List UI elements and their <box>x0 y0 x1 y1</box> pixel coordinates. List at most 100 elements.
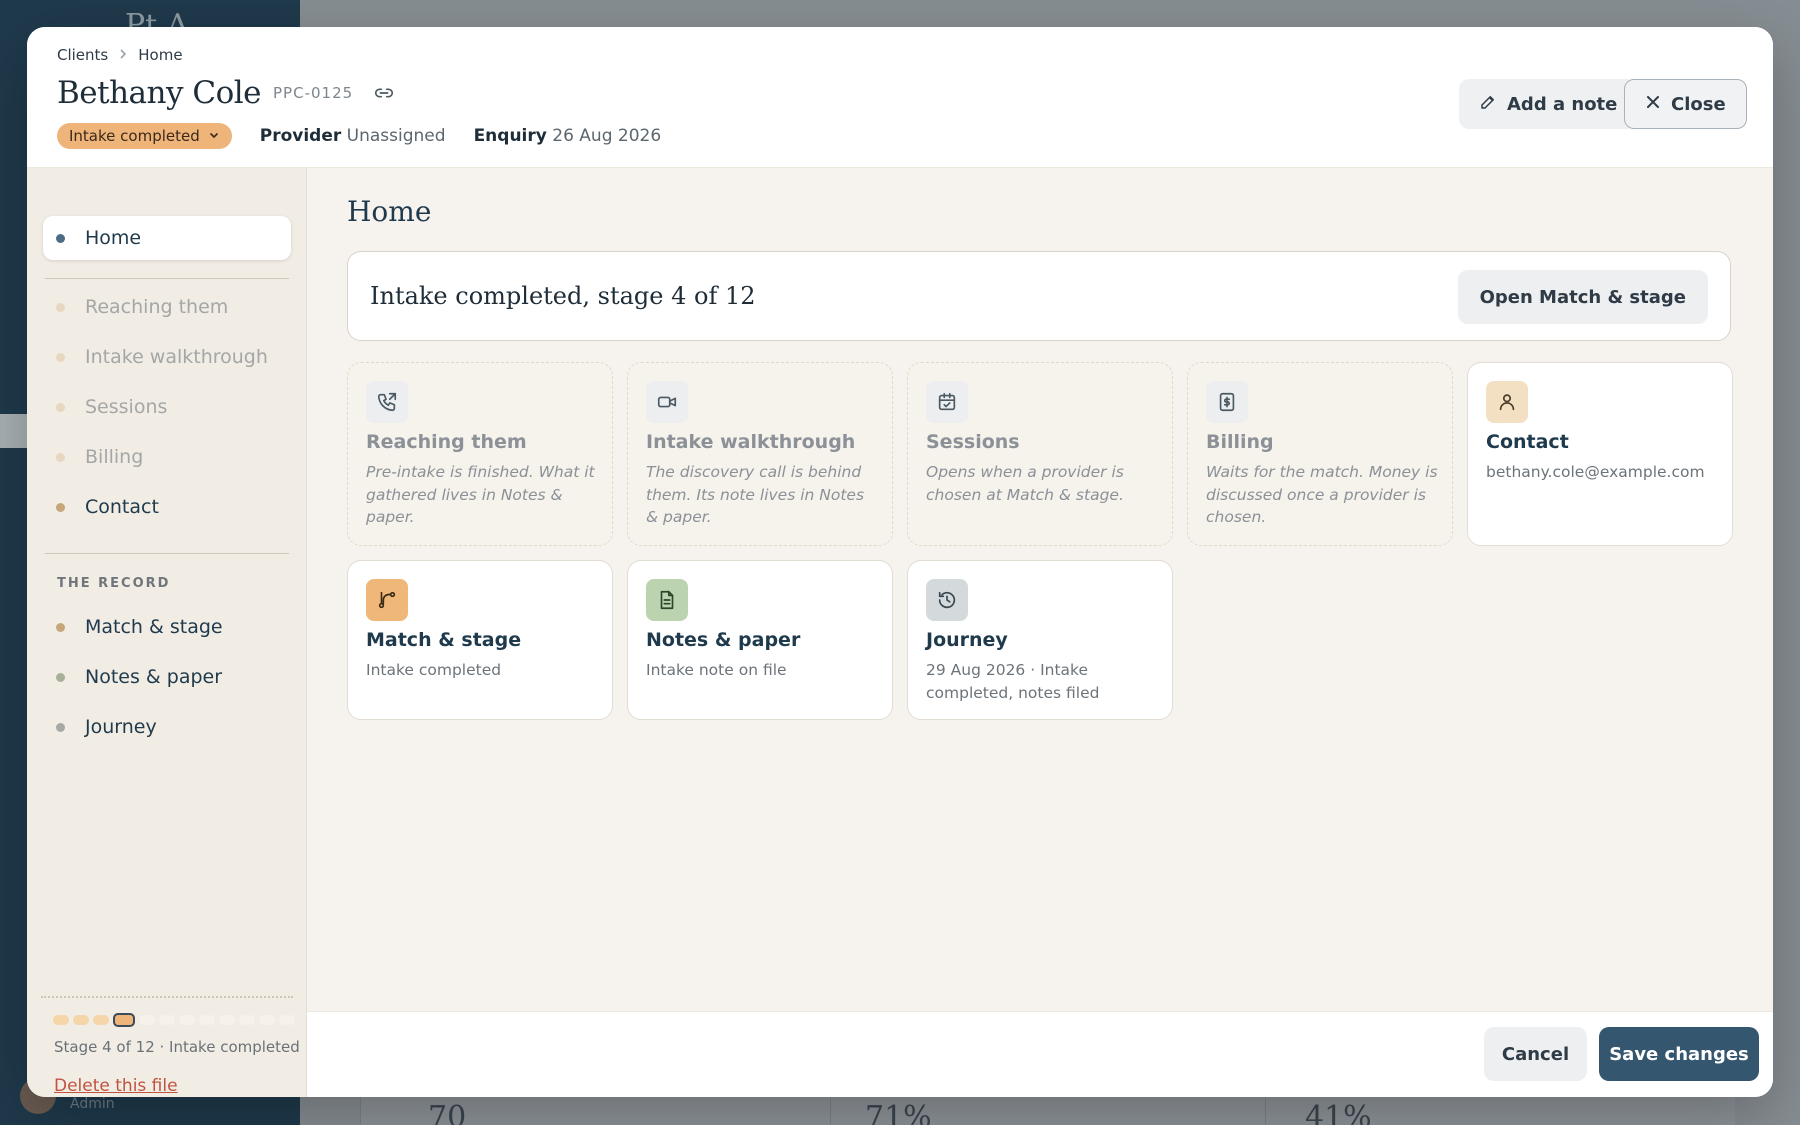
nav-item-label: Home <box>85 227 142 249</box>
progress-segment <box>93 1015 109 1025</box>
tile-name: Intake walkthrough <box>646 431 856 453</box>
enquiry-meta: Enquiry 26 Aug 2026 <box>474 126 662 146</box>
close-button[interactable]: Close <box>1624 79 1747 129</box>
tile-match-stage[interactable]: Match & stage Intake completed <box>347 560 613 720</box>
progress-segment <box>179 1015 195 1025</box>
link-icon[interactable] <box>373 82 395 104</box>
delete-file-link[interactable]: Delete this file <box>54 1076 178 1096</box>
nav-item-label: Match & stage <box>85 616 223 638</box>
progress-segment <box>279 1015 295 1025</box>
page-title: Home <box>347 195 432 228</box>
breadcrumb-current: Home <box>138 46 183 64</box>
tile-description: The discovery call is behind them. Its n… <box>646 463 865 526</box>
nav-dot <box>56 402 65 412</box>
nav-dot <box>56 233 65 243</box>
stage-progress <box>53 1013 295 1027</box>
nav-item-home[interactable]: Home <box>43 216 291 260</box>
billing-icon <box>1206 381 1248 423</box>
tile-description: 29 Aug 2026 · Intake completed, notes fi… <box>926 661 1100 702</box>
tile-name: Contact <box>1486 431 1569 453</box>
nav-item-label: Journey <box>85 716 157 738</box>
modal-header: Clients Home Bethany Cole PPC-0125 Intak… <box>27 27 1773 168</box>
nav-item-intake-walkthrough[interactable]: Intake walkthrough <box>43 335 291 379</box>
progress-segment <box>219 1015 235 1025</box>
stage-summary-title: Intake completed, stage 4 of 12 <box>370 282 756 310</box>
branch-icon <box>366 579 408 621</box>
enquiry-label: Enquiry <box>473 126 547 146</box>
chevron-down-icon <box>208 127 220 145</box>
tile-description: Intake completed <box>366 661 502 679</box>
tile-intake-walkthrough[interactable]: Intake walkthrough The discovery call is… <box>627 362 893 546</box>
nav-dot <box>56 672 65 682</box>
calendar-icon <box>926 381 968 423</box>
nav-item-label: Notes & paper <box>85 666 223 688</box>
tile-description: Pre-intake is finished. What it gathered… <box>366 463 595 526</box>
progress-segment-current <box>113 1013 135 1027</box>
tile-reaching-them[interactable]: Reaching them Pre-intake is finished. Wh… <box>347 362 613 546</box>
provider-label: Provider <box>259 126 342 146</box>
progress-segment <box>139 1015 155 1025</box>
nav-item-sessions[interactable]: Sessions <box>43 385 291 429</box>
status-dropdown[interactable]: Intake completed <box>57 123 232 149</box>
nav-dot <box>56 302 65 312</box>
nav-item-label: Reaching them <box>85 296 229 318</box>
save-changes-button[interactable]: Save changes <box>1599 1027 1759 1081</box>
document-icon <box>646 579 688 621</box>
background-stat: 70 <box>428 1100 467 1125</box>
nav-section-title: THE RECORD <box>57 576 171 591</box>
video-icon <box>646 381 688 423</box>
status-label: Intake completed <box>69 127 200 145</box>
tile-description: Waits for the match. Money is discussed … <box>1206 463 1438 526</box>
client-modal: Clients Home Bethany Cole PPC-0125 Intak… <box>27 27 1773 1097</box>
chevron-right-icon <box>118 48 128 63</box>
tile-notes-paper[interactable]: Notes & paper Intake note on file <box>627 560 893 720</box>
add-note-button[interactable]: Add a note <box>1459 79 1638 129</box>
stage-progress-text: Stage 4 of 12 · Intake completed <box>54 1038 300 1056</box>
nav-item-notes-paper[interactable]: Notes & paper <box>43 655 291 699</box>
nav-divider <box>45 278 289 279</box>
nav-item-match-stage[interactable]: Match & stage <box>43 605 291 649</box>
client-meta-row: Intake completed Provider Unassigned Enq… <box>57 123 661 149</box>
background-nav-highlight <box>0 414 30 448</box>
open-match-stage-button[interactable]: Open Match & stage <box>1457 270 1708 324</box>
progress-segment <box>239 1015 255 1025</box>
client-nav: Home Reaching them Intake walkthrough Se… <box>27 168 307 1097</box>
tile-name: Sessions <box>926 431 1020 453</box>
nav-item-label: Billing <box>85 446 144 468</box>
cancel-button[interactable]: Cancel <box>1484 1027 1587 1081</box>
pencil-icon <box>1479 93 1497 116</box>
tile-name: Reaching them <box>366 431 527 453</box>
stage-summary-card: Intake completed, stage 4 of 12 Open Mat… <box>347 251 1731 341</box>
nav-item-label: Intake walkthrough <box>85 346 268 368</box>
tile-name: Billing <box>1206 431 1274 453</box>
user-icon <box>1486 381 1528 423</box>
nav-dot <box>56 452 65 462</box>
close-icon <box>1645 94 1661 115</box>
history-icon <box>926 579 968 621</box>
nav-item-billing[interactable]: Billing <box>43 435 291 479</box>
nav-bottom-divider <box>41 996 293 998</box>
nav-divider <box>45 553 289 554</box>
client-name: Bethany Cole <box>57 75 262 111</box>
background-admin-label: Admin <box>70 1096 115 1112</box>
breadcrumb-clients[interactable]: Clients <box>57 46 108 64</box>
nav-item-journey[interactable]: Journey <box>43 705 291 749</box>
progress-segment <box>53 1015 69 1025</box>
tile-journey[interactable]: Journey 29 Aug 2026 · Intake completed, … <box>907 560 1173 720</box>
provider-meta: Provider Unassigned <box>260 126 446 146</box>
nav-dot <box>56 502 65 512</box>
add-note-label: Add a note <box>1507 93 1618 115</box>
progress-segment <box>199 1015 215 1025</box>
enquiry-value: 26 Aug 2026 <box>552 126 662 146</box>
nav-item-contact[interactable]: Contact <box>43 485 291 529</box>
tile-contact[interactable]: Contact bethany.cole@example.com <box>1467 362 1733 546</box>
close-label: Close <box>1671 93 1726 115</box>
tile-billing[interactable]: Billing Waits for the match. Money is di… <box>1187 362 1453 546</box>
tile-description: Intake note on file <box>646 661 787 679</box>
nav-item-label: Contact <box>85 496 159 518</box>
main-content: Home Intake completed, stage 4 of 12 Ope… <box>307 168 1773 1011</box>
client-code: PPC-0125 <box>273 84 354 102</box>
nav-item-reaching-them[interactable]: Reaching them <box>43 285 291 329</box>
modal-footer: Cancel Save changes <box>307 1011 1773 1097</box>
tile-sessions[interactable]: Sessions Opens when a provider is chosen… <box>907 362 1173 546</box>
